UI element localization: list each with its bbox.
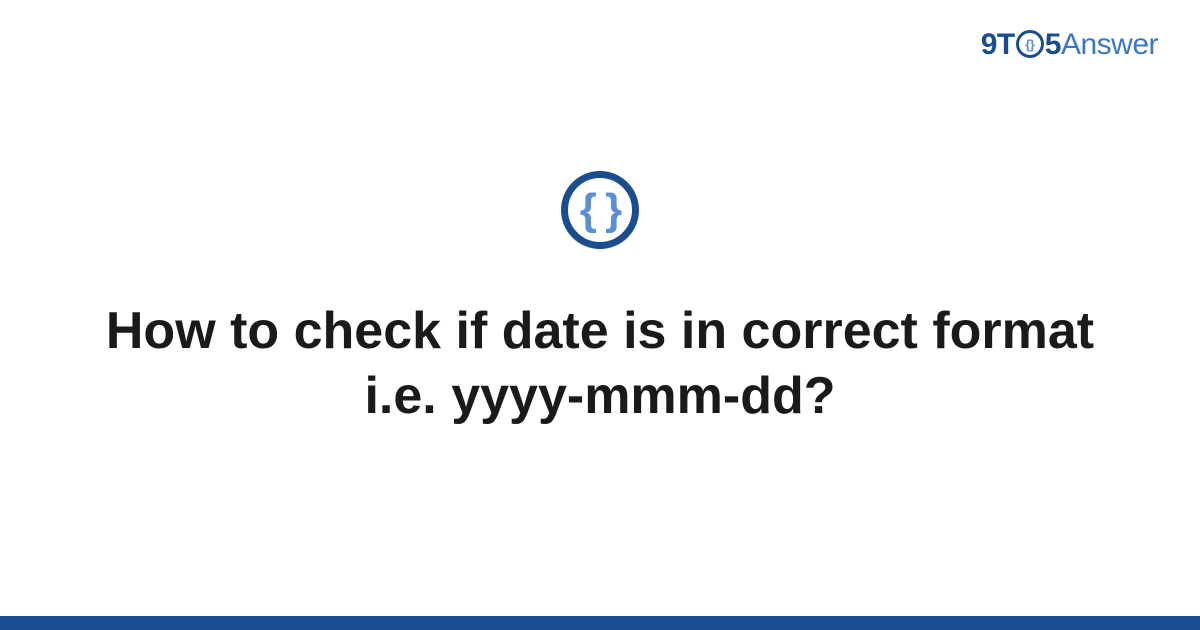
code-braces-icon: { } [561, 171, 639, 249]
question-title: How to check if date is in correct forma… [100, 299, 1100, 429]
category-icon-wrap: { } [561, 171, 639, 249]
main-content: { } How to check if date is in correct f… [0, 0, 1200, 630]
footer-accent-bar [0, 616, 1200, 630]
braces-glyph: { } [580, 188, 620, 232]
